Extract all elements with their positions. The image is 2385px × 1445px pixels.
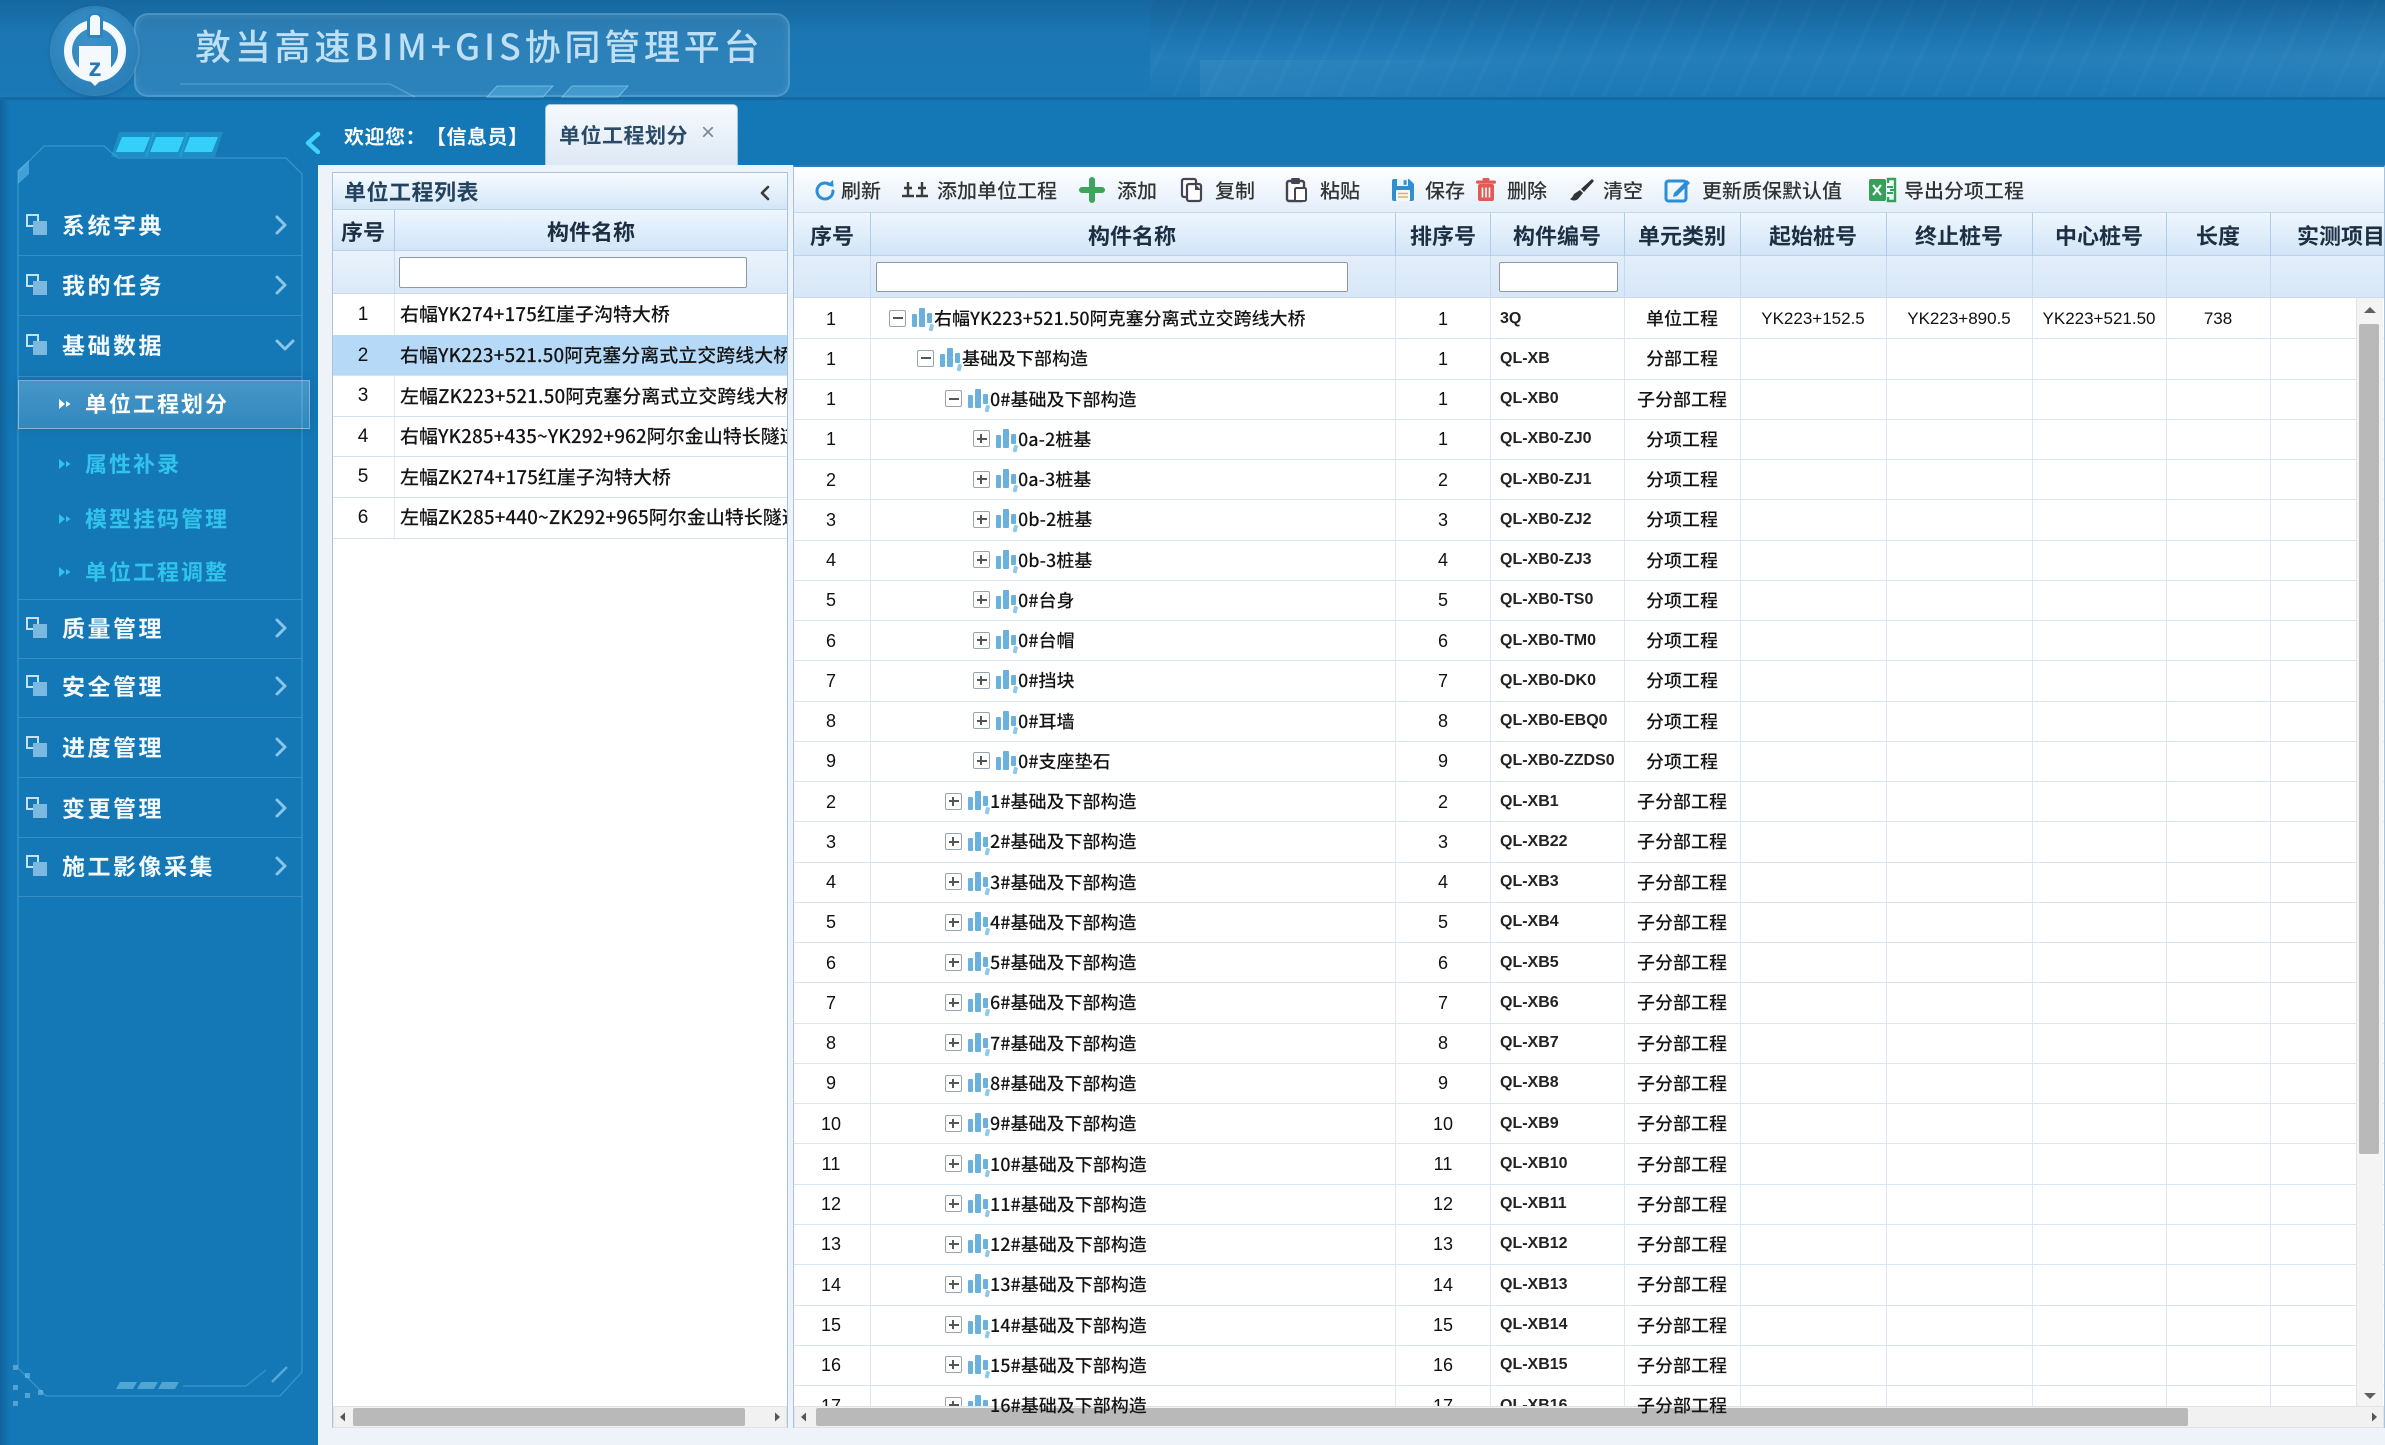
svg-text:z: z <box>89 52 102 82</box>
